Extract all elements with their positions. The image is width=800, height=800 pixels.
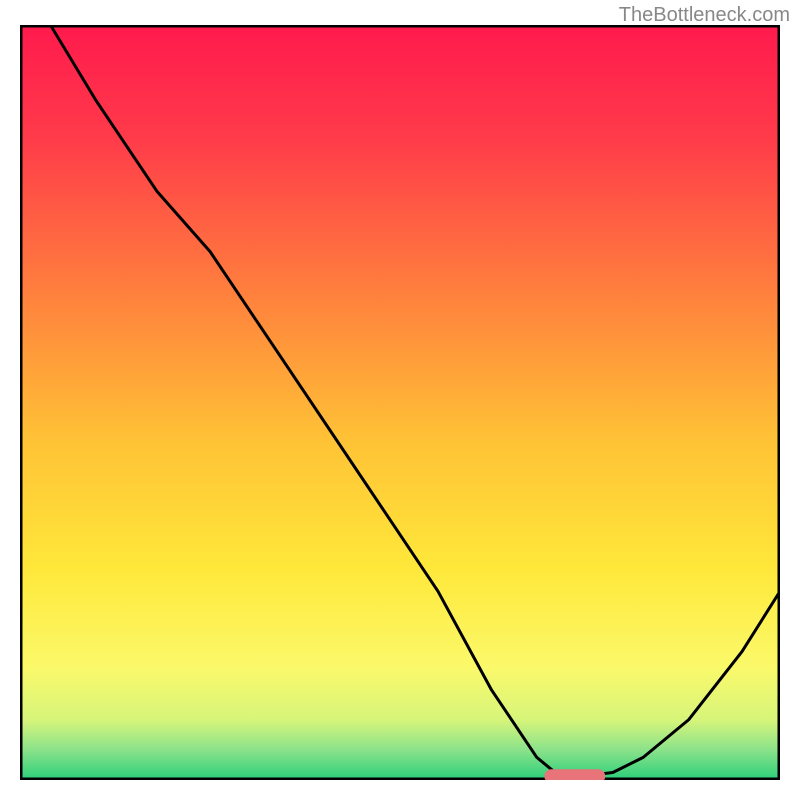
chart-container: TheBottleneck.com [0,0,800,800]
chart-svg [20,25,780,780]
plot-area [20,25,780,780]
watermark-text: TheBottleneck.com [619,4,790,27]
